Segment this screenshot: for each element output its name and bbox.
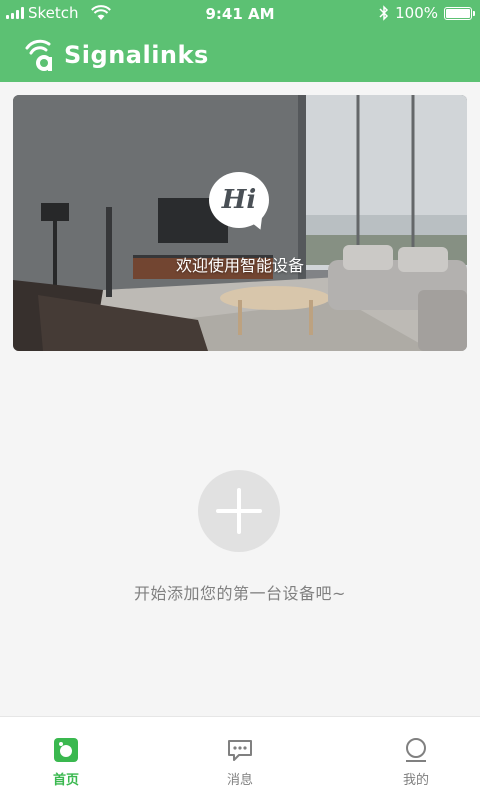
- hi-bubble-icon: Hi: [209, 172, 271, 234]
- tab-home[interactable]: 首页: [6, 717, 126, 800]
- hi-greeting: Hi: [209, 172, 269, 228]
- empty-state-text: 开始添加您的第一台设备吧~: [134, 584, 346, 603]
- signal-a-logo-icon: [25, 39, 52, 71]
- profile-icon: [406, 738, 426, 762]
- top-bar: Sketch 9:41 AM 100% Signalinks: [0, 0, 480, 82]
- app-title: Signalinks: [64, 41, 209, 69]
- battery-percent: 100%: [395, 4, 438, 22]
- welcome-banner[interactable]: Hi 欢迎使用智能设备: [13, 95, 467, 351]
- battery-icon: [444, 6, 475, 20]
- message-icon: [228, 740, 252, 761]
- home-icon: [54, 738, 78, 762]
- welcome-caption: 欢迎使用智能设备: [175, 256, 304, 275]
- tab-messages[interactable]: 消息: [180, 717, 300, 800]
- status-bar: Sketch 9:41 AM 100%: [0, 0, 480, 28]
- status-bar-right: 100%: [379, 4, 475, 22]
- tab-profile-label: 我的: [402, 773, 429, 788]
- tab-home-label: 首页: [52, 773, 79, 788]
- bluetooth-icon: [379, 5, 389, 21]
- tab-messages-label: 消息: [226, 773, 253, 788]
- tab-profile[interactable]: 我的: [356, 717, 476, 800]
- app-header: Signalinks: [24, 38, 209, 72]
- tab-bar: 首页 消息 我的: [0, 716, 480, 800]
- add-device-button[interactable]: [198, 470, 280, 552]
